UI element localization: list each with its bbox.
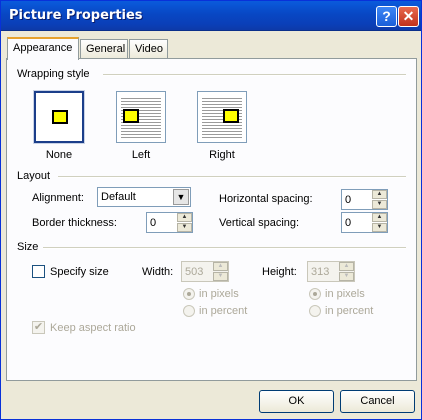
spin-up-icon[interactable]: ▲ — [177, 213, 192, 222]
spin-up-icon[interactable]: ▲ — [372, 213, 387, 222]
vertical-spacing-label: Vertical spacing: — [219, 217, 300, 229]
horizontal-spacing-value: 0 — [345, 194, 352, 206]
horizontal-spacing-label: Horizontal spacing: — [219, 193, 313, 205]
width-value: 503 — [185, 266, 204, 278]
wrap-none-label: None — [45, 149, 73, 161]
width-in-pixels-radio[interactable] — [183, 288, 195, 300]
border-thickness-value: 0 — [150, 217, 157, 229]
alignment-label: Alignment: — [32, 192, 84, 204]
ok-button[interactable]: OK — [259, 390, 334, 413]
picture-placeholder-icon — [52, 110, 68, 124]
height-in-pixels-label: in pixels — [325, 288, 365, 300]
wrap-left-label: Left — [131, 149, 151, 161]
height-label: Height: — [262, 266, 297, 278]
width-in-percent-radio[interactable] — [183, 305, 195, 317]
vertical-spacing-spinner[interactable]: 0 ▲ ▼ — [341, 212, 388, 233]
picture-placeholder-icon — [223, 109, 239, 123]
keep-aspect-ratio-checkbox[interactable]: ✔ — [32, 321, 45, 334]
height-value: 313 — [311, 266, 330, 278]
width-in-pixels-label: in pixels — [199, 288, 239, 300]
spin-down-icon[interactable]: ▼ — [372, 200, 387, 209]
spin-down-icon[interactable]: ▼ — [177, 223, 192, 232]
keep-aspect-ratio-label: Keep aspect ratio — [50, 322, 136, 334]
alignment-select[interactable]: Default ▼ — [97, 187, 191, 207]
title-bar[interactable]: Picture Properties ? ✕ — [1, 1, 421, 31]
tab-general[interactable]: General — [80, 39, 128, 59]
spin-down-icon[interactable]: ▼ — [213, 272, 228, 281]
spin-down-icon[interactable]: ▼ — [372, 223, 387, 232]
vertical-spacing-value: 0 — [345, 217, 352, 229]
spin-up-icon[interactable]: ▲ — [339, 262, 354, 271]
border-thickness-spinner[interactable]: 0 ▲ ▼ — [146, 212, 193, 233]
width-in-percent-label: in percent — [199, 305, 248, 317]
size-group-label: Size — [17, 241, 39, 253]
width-spinner[interactable]: 503 ▲ ▼ — [181, 261, 229, 282]
wrapping-divider — [103, 74, 406, 76]
tab-appearance[interactable]: Appearance — [7, 37, 79, 60]
layout-group-label: Layout — [17, 170, 51, 182]
wrap-left-option[interactable] — [116, 91, 166, 143]
checkmark-icon: ✔ — [33, 321, 44, 333]
horizontal-spacing-spinner[interactable]: 0 ▲ ▼ — [341, 189, 388, 210]
specify-size-label: Specify size — [50, 266, 109, 278]
height-in-percent-radio[interactable] — [309, 305, 321, 317]
specify-size-checkbox[interactable] — [32, 265, 45, 278]
cancel-button[interactable]: Cancel — [340, 390, 415, 413]
height-in-percent-label: in percent — [325, 305, 374, 317]
spin-up-icon[interactable]: ▲ — [213, 262, 228, 271]
close-button[interactable]: ✕ — [398, 6, 419, 27]
chevron-down-icon[interactable]: ▼ — [173, 189, 189, 205]
window-title: Picture Properties — [9, 8, 143, 23]
spin-down-icon[interactable]: ▼ — [339, 272, 354, 281]
wrap-none-option[interactable] — [33, 90, 85, 144]
picture-placeholder-icon — [123, 109, 139, 123]
layout-divider — [58, 176, 406, 178]
appearance-panel: Wrapping style None Left Right Layout Al… — [6, 58, 417, 381]
wrapping-style-label: Wrapping style — [17, 68, 90, 80]
tab-video[interactable]: Video — [129, 39, 168, 59]
alignment-value: Default — [101, 191, 136, 203]
help-button[interactable]: ? — [376, 6, 397, 27]
spin-up-icon[interactable]: ▲ — [372, 190, 387, 199]
border-thickness-label: Border thickness: — [32, 217, 117, 229]
wrap-right-label: Right — [209, 149, 235, 161]
size-divider — [43, 247, 406, 249]
wrap-right-option[interactable] — [197, 91, 247, 143]
height-in-pixels-radio[interactable] — [309, 288, 321, 300]
width-label: Width: — [142, 266, 174, 278]
height-spinner[interactable]: 313 ▲ ▼ — [307, 261, 355, 282]
picture-properties-dialog: Picture Properties ? ✕ Appearance Genera… — [0, 0, 422, 420]
